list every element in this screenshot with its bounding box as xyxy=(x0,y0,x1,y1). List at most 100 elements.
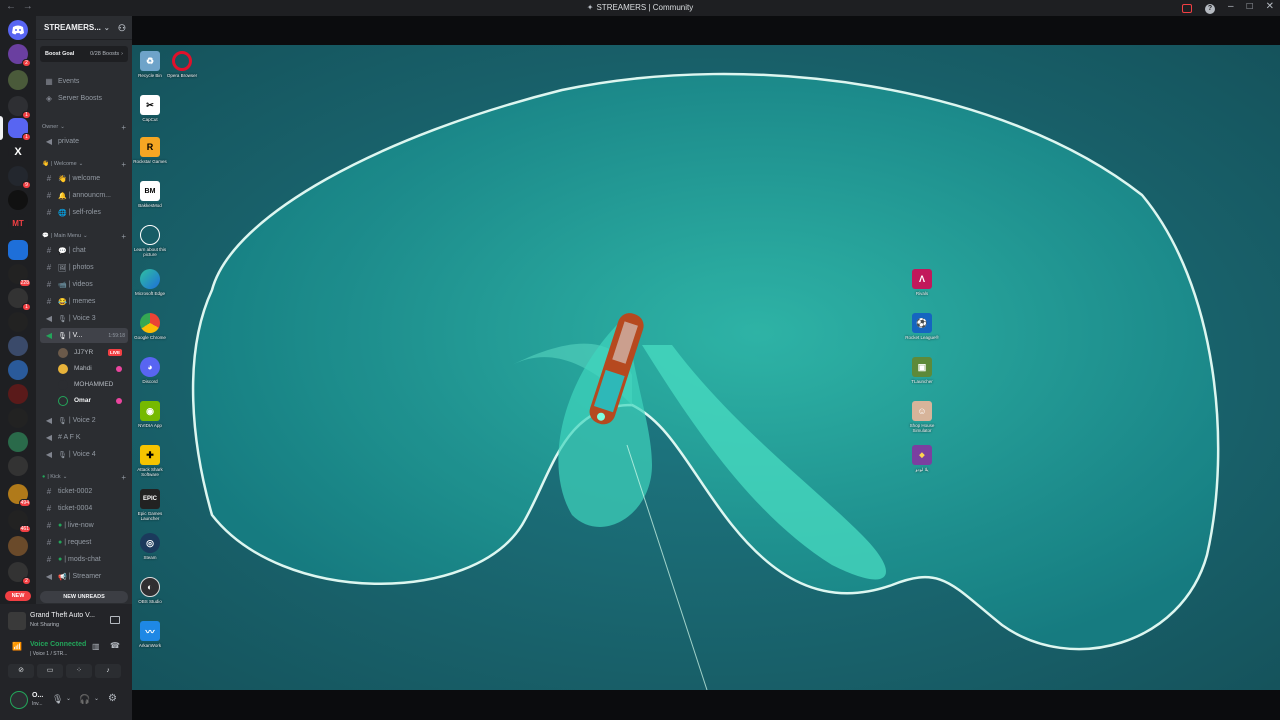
server-icon[interactable] xyxy=(8,360,28,380)
invite-icon[interactable]: ⚇ xyxy=(118,23,126,34)
desktop-icon-tlauncher[interactable]: ▣ TLauncher xyxy=(904,357,940,384)
desktop-icon-bakkesmod[interactable]: BM BakkesMod xyxy=(132,181,168,208)
channel-ticket-0004[interactable]: # ticket-0004 xyxy=(40,501,128,516)
desktop-icon-rockstar[interactable]: R Rockstar Games xyxy=(132,137,168,164)
add-channel-icon[interactable]: + xyxy=(121,160,128,169)
desktop-icon-shop-house[interactable]: ☺ Shop House Simulator xyxy=(904,401,940,433)
desktop-icon-arkanwork[interactable]: 〰 ArkanWork xyxy=(132,621,168,648)
server-icon[interactable] xyxy=(8,384,28,404)
gear-icon[interactable]: ⚙ xyxy=(108,693,117,704)
desktop-icon-rocket-league[interactable]: ⚽ Rocket League® xyxy=(904,313,940,340)
chevron-down-icon[interactable]: ⌄ xyxy=(94,695,99,702)
category-owner[interactable]: Owner ⌄ + xyxy=(42,121,128,133)
server-icon[interactable] xyxy=(8,312,28,332)
channel-memes[interactable]: # 😂 | memes xyxy=(40,294,128,309)
channel-private[interactable]: ◀ private xyxy=(40,134,128,149)
channel-streamer[interactable]: ◀ 📢 | Streamer xyxy=(40,569,128,584)
server-icon[interactable] xyxy=(8,456,28,476)
channel-afk[interactable]: ◀ # A F K xyxy=(40,430,128,445)
channel-voice-4[interactable]: ◀ 🎙 | Voice 4 xyxy=(40,447,128,462)
noise-suppression-icon[interactable]: ▥ xyxy=(92,642,100,651)
screen-share-view[interactable]: ♻ Recycle Bin Opera Browser ✂ CapCut R Rock… xyxy=(132,45,1280,690)
desktop-icon-recycle-bin[interactable]: ♻ Recycle Bin xyxy=(132,51,168,78)
desktop-icon-learn-picture[interactable]: Learn about this picture xyxy=(132,225,168,257)
new-badge[interactable]: NEW xyxy=(5,591,31,601)
server-header[interactable]: STREAMERS... ⌄ ⚇ xyxy=(36,16,132,40)
server-icon[interactable]: 2 xyxy=(8,562,31,585)
channel-live-now[interactable]: # ● | live-now xyxy=(40,518,128,533)
desktop-icon-obs[interactable]: ◐ OBS Studio xyxy=(132,577,168,604)
desktop-icon-epic[interactable]: EPIC Epic Games Launcher xyxy=(132,489,168,521)
desktop-icon-discord[interactable]: ◕ Discord xyxy=(132,357,168,384)
activity-panel[interactable]: Grand Theft Auto V... Not Sharing xyxy=(4,608,128,634)
desktop-icon-steam[interactable]: ◎ Steam xyxy=(132,533,168,560)
help-icon[interactable]: ? xyxy=(1205,4,1215,14)
server-icon[interactable] xyxy=(8,536,28,556)
channel-voice-3[interactable]: ◀ 🎙 | Voice 3 xyxy=(40,311,128,326)
voice-status[interactable]: Voice Connected xyxy=(30,641,86,648)
server-icon[interactable] xyxy=(8,336,28,356)
channel-videos[interactable]: # 📹 | videos xyxy=(40,277,128,292)
camera-button[interactable]: ⊘ xyxy=(8,664,34,678)
server-icon[interactable]: 9 xyxy=(8,166,31,189)
mic-icon[interactable]: 🎙 xyxy=(52,694,63,705)
server-icon[interactable]: 1 xyxy=(8,96,31,119)
username[interactable]: O... xyxy=(32,692,43,699)
add-channel-icon[interactable]: + xyxy=(121,473,128,482)
server-icon[interactable]: MT xyxy=(8,214,28,234)
minimize-button[interactable]: – xyxy=(1228,1,1234,14)
folder-icon[interactable] xyxy=(8,240,28,260)
category-main-menu[interactable]: 💬 | Main Menu ⌄ + xyxy=(42,230,128,242)
boost-goal[interactable]: Boost Goal 0/28 Boosts › xyxy=(40,46,128,62)
inbox-icon[interactable] xyxy=(1182,4,1192,13)
disconnect-icon[interactable]: ☎ xyxy=(110,641,120,650)
voice-user[interactable]: JJ7YR LIVE xyxy=(58,345,128,360)
voice-user[interactable]: Omar xyxy=(58,393,128,408)
server-icon[interactable] xyxy=(8,190,28,210)
desktop-icon-capcut[interactable]: ✂ CapCut xyxy=(132,95,168,122)
desktop-icon-edge[interactable]: Microsoft Edge xyxy=(132,269,168,296)
voice-user[interactable]: MOHAMMED xyxy=(58,377,128,392)
server-icon-selected[interactable]: 1 xyxy=(8,118,31,141)
server-icon[interactable] xyxy=(8,432,28,452)
server-icon[interactable]: 461 xyxy=(8,510,31,533)
new-unreads-button[interactable]: NEW UNREADS xyxy=(40,591,128,603)
server-boosts-link[interactable]: ◈ Server Boosts xyxy=(40,91,128,106)
desktop-icon-rivals[interactable]: Λ Rivals xyxy=(904,269,940,296)
server-icon[interactable]: 1 xyxy=(8,288,31,311)
x-server-icon[interactable]: X xyxy=(8,142,28,162)
channel-mods-chat[interactable]: # ● | mods-chat xyxy=(40,552,128,567)
desktop-icon-opera[interactable]: Opera Browser xyxy=(164,51,200,78)
desktop-icon-yalla-ludo[interactable]: ◆ يلا لودو xyxy=(904,445,940,472)
soundboard-button[interactable]: ♪ xyxy=(95,664,121,678)
user-avatar[interactable] xyxy=(10,691,28,709)
add-channel-icon[interactable]: + xyxy=(121,232,128,241)
screen-share-button[interactable]: ▭ xyxy=(37,664,63,678)
desktop-icon-chrome[interactable]: Google Chrome xyxy=(132,313,168,340)
channel-photos[interactable]: # 🖼 | photos xyxy=(40,260,128,275)
server-icon[interactable] xyxy=(8,70,28,90)
channel-request[interactable]: # ● | request xyxy=(40,535,128,550)
server-icon[interactable]: 228 xyxy=(8,264,31,287)
voice-channel[interactable]: | Voice 1 / STR... xyxy=(30,651,67,657)
desktop-icon-nvidia[interactable]: ◉ NVIDIA App xyxy=(132,401,168,428)
headphones-icon[interactable]: 🎧 xyxy=(79,694,90,705)
server-icon[interactable]: 2 xyxy=(8,44,31,67)
events-link[interactable]: ▦ Events xyxy=(40,74,128,89)
channel-self-roles[interactable]: # 🌐 | self-roles xyxy=(40,205,128,220)
activities-button[interactable]: ⁘ xyxy=(66,664,92,678)
maximize-button[interactable]: □ xyxy=(1247,1,1253,14)
server-icon[interactable]: 494 xyxy=(8,484,31,507)
category-welcome[interactable]: 👋 | Welcome ⌄ + xyxy=(42,158,128,170)
channel-welcome[interactable]: # 👋 | welcome xyxy=(40,171,128,186)
voice-user[interactable]: Mahdi xyxy=(58,361,128,376)
screen-share-icon[interactable] xyxy=(110,616,120,624)
channel-announcements[interactable]: # 🔔 | announcm... xyxy=(40,188,128,203)
channel-voice-2[interactable]: ◀ 🎙 | Voice 2 xyxy=(40,413,128,428)
add-channel-icon[interactable]: + xyxy=(121,123,128,132)
discord-home-icon[interactable] xyxy=(8,20,28,40)
channel-ticket-0002[interactable]: # ticket-0002 xyxy=(40,484,128,499)
server-icon[interactable] xyxy=(8,408,28,428)
chevron-down-icon[interactable]: ⌄ xyxy=(66,695,71,702)
channel-voice-1[interactable]: ◀ 🎙 | V... 1:59:18 xyxy=(40,328,128,343)
